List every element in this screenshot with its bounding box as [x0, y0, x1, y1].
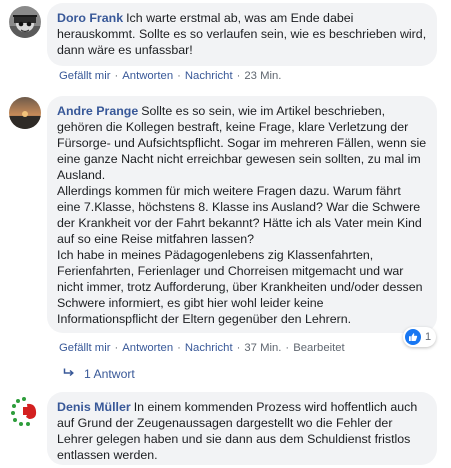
reply-arrow-icon: [63, 366, 75, 382]
avatar-doro-frank[interactable]: [9, 6, 41, 38]
avatar-andre-prange[interactable]: [9, 97, 41, 129]
comment-bubble: Denis Müller In einem kommenden Prozess w…: [47, 392, 437, 465]
reply-link[interactable]: Antworten: [122, 342, 173, 354]
comment-text: Sollte es so sein, wie im Artikel beschr…: [57, 104, 427, 326]
thumbs-up-icon: [405, 329, 421, 345]
like-link[interactable]: Gefällt mir: [59, 342, 110, 354]
reaction-badge[interactable]: 1: [403, 327, 437, 347]
comment-author[interactable]: Denis Müller: [57, 400, 131, 414]
comment-author[interactable]: Andre Prange: [57, 104, 138, 118]
comment-bubble: Doro Frank Ich warte erstmal ab, was am E…: [47, 3, 437, 66]
replies-count-label[interactable]: 1 Antwort: [84, 367, 135, 381]
like-link[interactable]: Gefällt mir: [59, 70, 110, 82]
comment-timestamp[interactable]: 23 Min.: [244, 70, 281, 82]
comment-author[interactable]: Doro Frank: [57, 11, 123, 25]
comment-bubble: Andre Prange Sollte es so sein, wie im Ar…: [47, 96, 437, 333]
message-link[interactable]: Nachricht: [185, 70, 233, 82]
comment-actions: Gefällt mir · Antworten · Nachricht · 23 Min.: [59, 70, 282, 82]
view-replies-link[interactable]: 1 Antwort: [63, 366, 135, 382]
message-link[interactable]: Nachricht: [185, 342, 233, 354]
comment-timestamp[interactable]: 37 Min.: [244, 342, 281, 354]
avatar-denis-muller[interactable]: [9, 395, 41, 427]
reaction-count: 1: [425, 331, 432, 343]
edited-label: Bearbeitet: [293, 342, 345, 354]
comment-actions: Gefällt mir · Antworten · Nachricht · 37 Min. ·…: [59, 342, 345, 354]
reply-link[interactable]: Antworten: [122, 70, 173, 82]
